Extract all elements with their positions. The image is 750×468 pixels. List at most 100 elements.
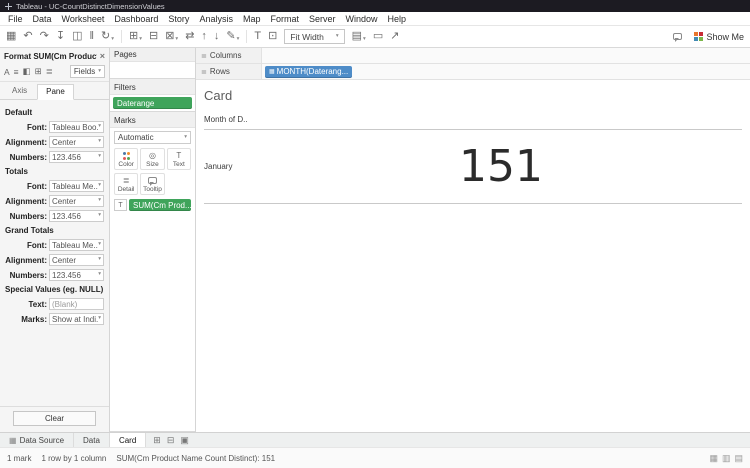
shading-format-icon[interactable]: ◧	[23, 66, 31, 77]
clear-sheet-icon[interactable]: ⊠▾	[165, 31, 178, 42]
menu-window[interactable]: Window	[341, 13, 383, 25]
detail-button[interactable]: ≣ Detail	[114, 173, 138, 195]
caret-down-icon: ▾	[363, 37, 366, 43]
close-icon[interactable]: ×	[100, 51, 105, 61]
borders-format-icon[interactable]: ⊞	[35, 66, 42, 77]
new-worksheet-icon[interactable]: ⊞▾	[129, 31, 142, 42]
pause-updates-icon[interactable]: ‖	[89, 31, 94, 42]
font-format-icon[interactable]: A	[4, 67, 10, 77]
columns-shelf-well[interactable]	[262, 48, 750, 63]
totals-font-dropdown[interactable]: Tableau Me...▾	[49, 180, 104, 192]
menu-story[interactable]: Story	[163, 13, 194, 25]
color-button[interactable]: Color	[114, 148, 138, 170]
marks-field-pill[interactable]: SUM(Cm Prod...	[129, 199, 191, 211]
highlight-icon[interactable]: ✎▾	[226, 31, 239, 42]
rows-shelf-label: Rows	[210, 67, 230, 76]
caret-down-icon: ▾	[175, 37, 178, 43]
caret-down-icon: ▾	[336, 34, 339, 40]
menu-server[interactable]: Server	[304, 13, 341, 25]
size-button[interactable]: ◎ Size	[140, 148, 164, 170]
alignment-format-icon[interactable]: ≡	[14, 67, 19, 77]
default-font-dropdown[interactable]: Tableau Boo...▾	[49, 121, 104, 133]
grand-totals-alignment-dropdown[interactable]: Center▾	[49, 254, 104, 266]
show-me-button[interactable]: Show Me	[694, 32, 744, 42]
text-button[interactable]: T Text	[167, 148, 191, 170]
undo-icon[interactable]: ↶	[23, 31, 32, 42]
tab-data[interactable]: Data	[74, 433, 110, 447]
new-dashboard-icon[interactable]: ⊟	[167, 435, 175, 446]
grand-totals-font-dropdown[interactable]: Tableau Me...▾	[49, 239, 104, 251]
status-grid-size: 1 row by 1 column	[41, 454, 106, 463]
menu-format[interactable]: Format	[265, 13, 304, 25]
lines-format-icon[interactable]: ≣	[46, 66, 53, 77]
add-data-source-icon[interactable]: ◫	[72, 31, 82, 42]
default-numbers-dropdown[interactable]: 123.456▾	[49, 151, 104, 163]
tab-data-label: Data	[83, 436, 100, 445]
menu-worksheet[interactable]: Worksheet	[57, 13, 110, 25]
pages-shelf[interactable]	[110, 61, 195, 79]
comment-icon[interactable]	[673, 33, 682, 40]
tableau-home-icon[interactable]: ▦	[6, 31, 16, 42]
save-icon[interactable]: ↧	[56, 31, 65, 42]
fields-dropdown[interactable]: Fields ▾	[70, 65, 105, 78]
mark-type-dropdown[interactable]: Automatic ▾	[114, 131, 191, 144]
totals-alignment-dropdown[interactable]: Center▾	[49, 195, 104, 207]
menu-file[interactable]: File	[3, 13, 28, 25]
fix-axes-icon[interactable]: ⊡	[268, 31, 277, 42]
rows-pill-month-daterange[interactable]: ▦ MONTH(Daterang...	[265, 66, 352, 78]
row-header-january[interactable]: January	[204, 162, 260, 171]
totals-numbers-dropdown[interactable]: 123.456▾	[49, 210, 104, 222]
format-panel: Format SUM(Cm Product... × A ≡ ◧ ⊞ ≣ Fie…	[0, 48, 110, 432]
tab-pane[interactable]: Pane	[37, 84, 74, 100]
sort-ascending-icon[interactable]: ↑	[201, 31, 207, 42]
filmstrip-icon[interactable]: ▥	[722, 453, 731, 464]
marks-field-row: T SUM(Cm Prod...	[114, 199, 191, 211]
pages-card-title: Pages	[110, 48, 195, 61]
mark-value[interactable]: 151	[260, 141, 742, 192]
default-alignment-dropdown[interactable]: Center▾	[49, 136, 104, 148]
tableau-window: Tableau - UC-CountDistinctDimensionValue…	[0, 0, 750, 468]
tab-data-source[interactable]: ▦ Data Source	[0, 433, 74, 447]
new-story-icon[interactable]: ▣	[180, 435, 189, 446]
share-workbook-icon[interactable]: ↗	[390, 31, 399, 42]
sheet-tab-bar: ▦ Data Source Data Card ⊞ ⊟ ▣	[0, 432, 750, 447]
presentation-mode-icon[interactable]: ▭	[373, 31, 383, 42]
grand-totals-numbers-dropdown[interactable]: 123.456▾	[49, 269, 104, 281]
caret-down-icon: ▾	[237, 37, 240, 43]
new-worksheet-icon[interactable]: ⊞	[153, 435, 161, 446]
special-text-field[interactable]: (Blank)	[49, 298, 104, 310]
run-updates-icon[interactable]: ↻▾	[101, 31, 114, 42]
worksheet-view[interactable]: Card Month of D.. January 151	[196, 80, 750, 432]
menu-map[interactable]: Map	[238, 13, 266, 25]
rows-shelf: ≣ Rows ▦ MONTH(Daterang...	[196, 64, 750, 80]
duplicate-sheet-icon[interactable]: ⊟	[149, 31, 158, 42]
fit-selector[interactable]: Fit Width ▾	[284, 29, 344, 44]
sheet-sorter-icon[interactable]: ▦	[709, 453, 718, 464]
format-panel-title: Format SUM(Cm Product...	[4, 52, 97, 61]
font-label: Font:	[5, 182, 47, 191]
show-mark-labels-icon[interactable]: T	[254, 31, 261, 42]
sort-descending-icon[interactable]: ↓	[214, 31, 220, 42]
tab-data-source-label: Data Source	[20, 436, 64, 445]
special-marks-dropdown[interactable]: Show at Indi...▾	[49, 313, 104, 325]
clear-button[interactable]: Clear	[13, 411, 96, 426]
tab-axis[interactable]: Axis	[4, 84, 35, 99]
alignment-label: Alignment:	[5, 256, 47, 265]
tab-card[interactable]: Card	[110, 433, 146, 447]
rows-shelf-well[interactable]: ▦ MONTH(Daterang...	[262, 64, 750, 79]
text-encoding-icon[interactable]: T	[114, 199, 127, 211]
show-tabs-icon[interactable]: ▤	[734, 453, 743, 464]
filters-shelf[interactable]: Daterange	[110, 94, 195, 112]
menu-analysis[interactable]: Analysis	[194, 13, 238, 25]
detail-icon: ≣	[123, 176, 130, 185]
menu-data[interactable]: Data	[28, 13, 57, 25]
menu-dashboard[interactable]: Dashboard	[109, 13, 163, 25]
redo-icon[interactable]: ↷	[40, 31, 49, 42]
menu-help[interactable]: Help	[383, 13, 412, 25]
swap-axes-icon[interactable]: ⇄	[185, 31, 194, 42]
show-hide-cards-icon[interactable]: ▤▾	[352, 31, 366, 42]
filter-pill-daterange[interactable]: Daterange	[113, 97, 192, 109]
numbers-label: Numbers:	[5, 271, 47, 280]
tooltip-button[interactable]: Tooltip	[140, 173, 164, 195]
column-field-header: Month of D..	[204, 113, 742, 130]
